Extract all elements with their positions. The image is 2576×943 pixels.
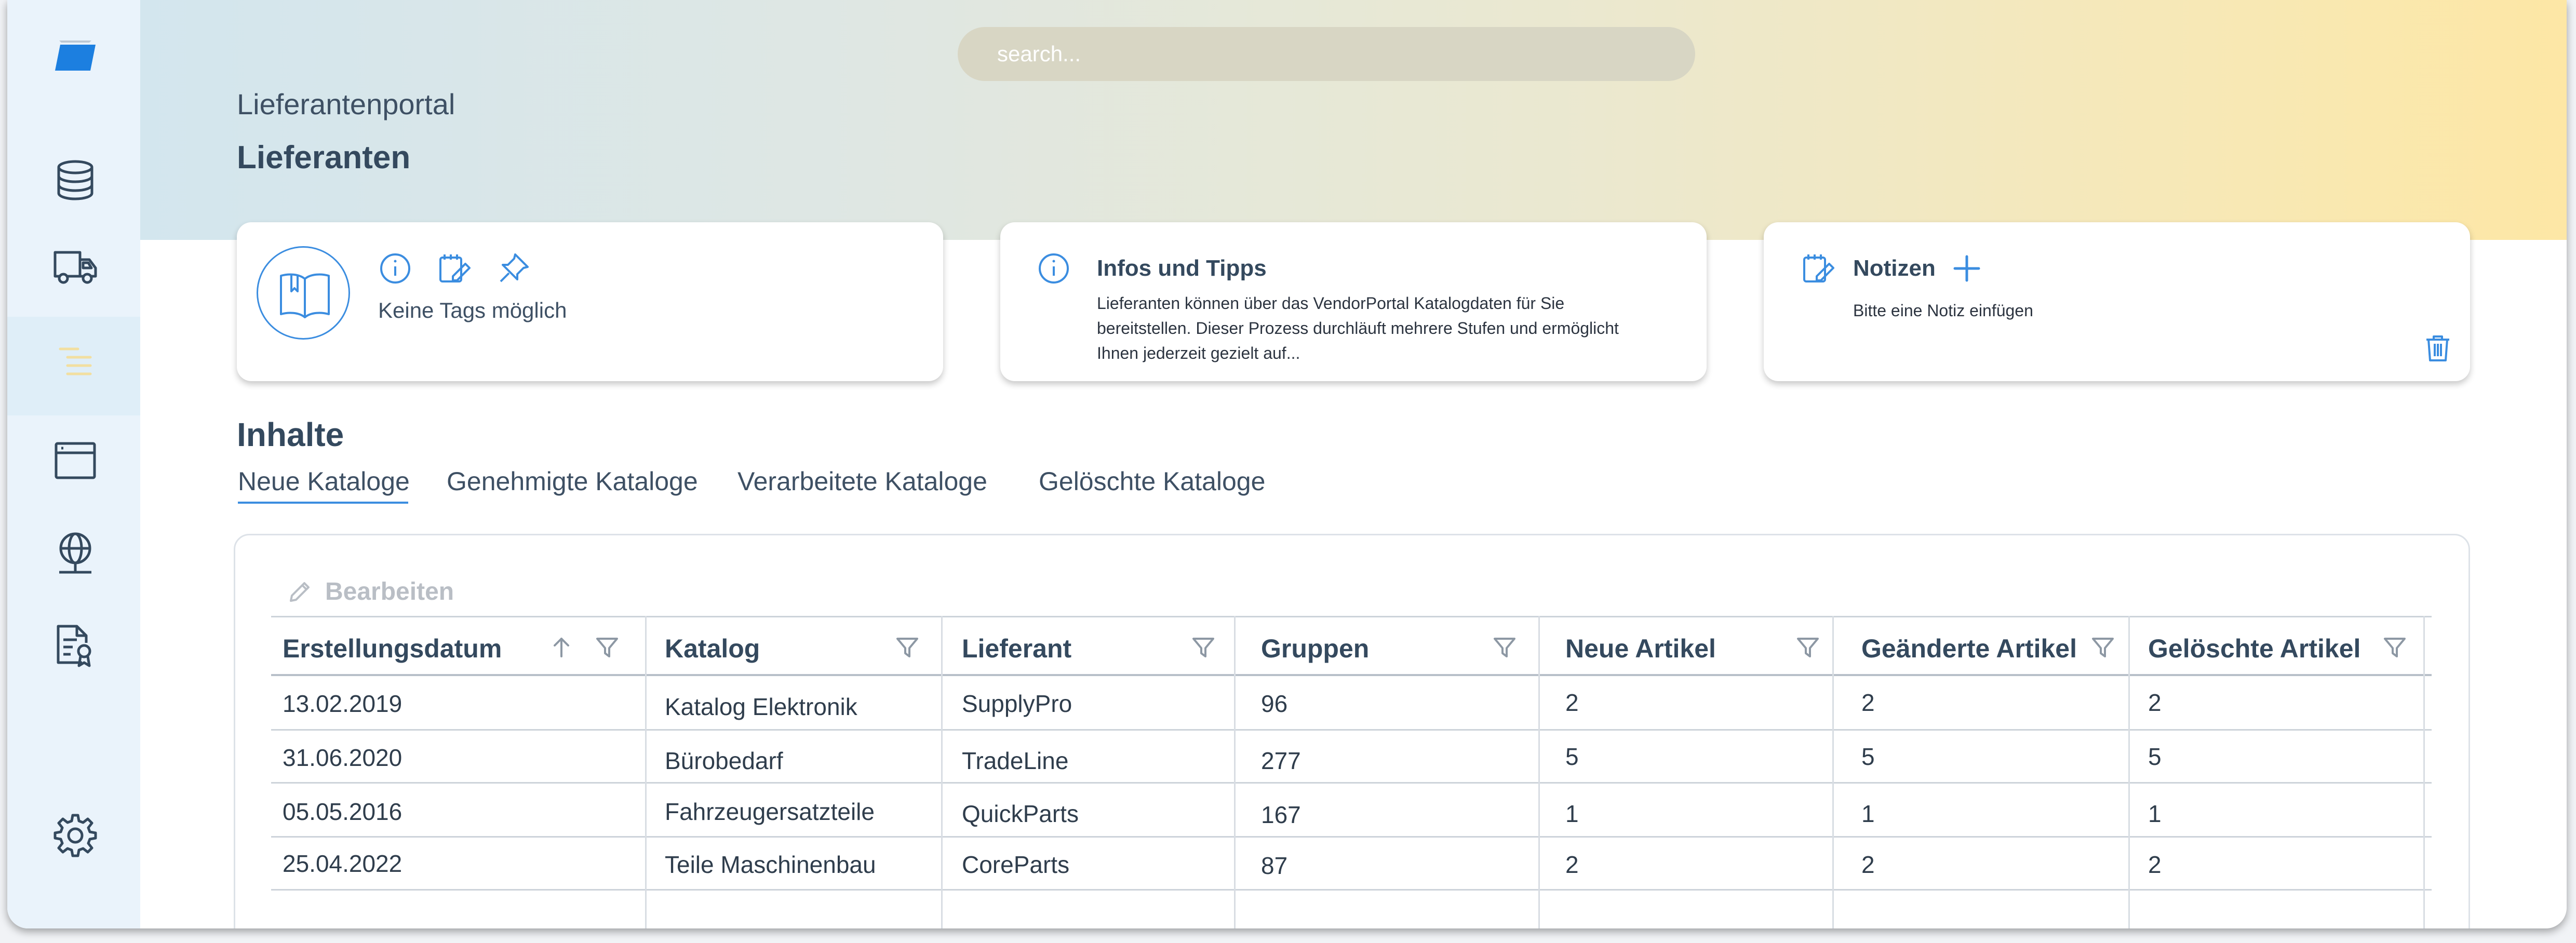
filter-icon[interactable] [894,635,920,661]
cell-geloeschte-artikel: 2 [2148,689,2162,716]
trash-icon[interactable] [2423,333,2452,362]
cell-erstellungsdatum: 05.05.2016 [283,798,403,825]
filter-icon[interactable] [594,635,620,661]
section-title: Inhalte [237,416,344,453]
row-divider [271,836,2432,838]
info-line: Lieferanten können über das VendorPortal… [1097,294,1565,313]
note-edit-icon[interactable] [437,251,472,286]
cell-katalog: Katalog Elektronik [665,693,857,720]
column-divider [1234,616,1236,928]
column-header-gruppen[interactable]: Gruppen [1261,634,1369,664]
logo-icon[interactable] [52,31,99,78]
tab-verarbeitete-kataloge[interactable]: Verarbeitete Kataloge [737,466,987,496]
cell-katalog: Teile Maschinenbau [665,851,876,878]
column-header-geloeschte-artikel[interactable]: Gelöschte Artikel [2148,634,2360,664]
cell-lieferant: QuickParts [962,800,1079,827]
notes-title: Notizen [1853,255,1936,281]
column-divider [1538,616,1540,928]
cell-gruppen: 277 [1261,747,1301,774]
cell-geaenderte-artikel: 5 [1861,743,1875,770]
active-tab-indicator [238,502,408,504]
tags-text: Keine Tags möglich [378,298,567,322]
cell-erstellungsdatum: 25.04.2022 [283,850,403,877]
edit-button[interactable]: Bearbeiten [288,573,454,610]
cell-gruppen: 87 [1261,852,1288,879]
edit-label: Bearbeiten [325,577,454,605]
certificate-icon[interactable] [52,622,99,669]
cell-geaenderte-artikel: 1 [1861,800,1875,827]
cell-geloeschte-artikel: 1 [2148,800,2162,827]
column-header-geaenderte-artikel[interactable]: Geänderte Artikel [1861,634,2077,664]
info-line: bereitstellen. Dieser Prozess durchläuft… [1097,319,1619,338]
cell-neue-artikel: 2 [1565,851,1579,878]
cell-erstellungsdatum: 13.02.2019 [283,690,403,717]
tab-genehmigte-kataloge[interactable]: Genehmigte Kataloge [447,466,698,496]
cell-geaenderte-artikel: 2 [1861,689,1875,716]
browser-window-icon[interactable] [52,437,99,484]
cell-geloeschte-artikel: 2 [2148,851,2162,878]
book-avatar [257,246,350,340]
sort-up-icon[interactable] [548,635,574,661]
info-text: Lieferanten können über das VendorPortal… [1097,291,1647,366]
row-divider [271,729,2432,731]
filter-icon[interactable] [1190,635,1216,661]
filter-icon[interactable] [2382,635,2408,661]
column-header-katalog[interactable]: Katalog [665,634,760,664]
book-icon [280,273,330,318]
tab-geloeschte-kataloge[interactable]: Gelöschte Kataloge [1039,466,1265,496]
pin-icon[interactable] [497,251,531,286]
filter-icon[interactable] [1795,635,1821,661]
database-icon[interactable] [52,157,99,204]
note-edit-icon [1801,251,1835,286]
table-top-border [271,616,2432,617]
globe-icon[interactable] [52,530,99,576]
cell-gruppen: 96 [1261,690,1288,717]
gear-icon[interactable] [52,812,99,859]
cell-geaenderte-artikel: 2 [1861,851,1875,878]
tab-neue-kataloge[interactable]: Neue Kataloge [238,466,410,496]
add-note-icon[interactable] [1950,251,1984,286]
column-header-erstellungsdatum[interactable]: Erstellungsdatum [283,634,502,664]
cell-neue-artikel: 5 [1565,743,1579,770]
info-icon[interactable] [378,251,412,286]
cell-katalog: Bürobedarf [665,747,783,774]
info-title: Infos und Tipps [1097,255,1267,281]
catalog-table-panel [234,534,2470,928]
info-card: Infos und Tipps Lieferanten können über … [1000,222,1707,381]
cell-neue-artikel: 2 [1565,689,1579,716]
column-divider [2128,616,2130,928]
table-header-border [271,674,2432,676]
row-divider [271,889,2432,891]
cell-gruppen: 167 [1261,801,1301,828]
cell-lieferant: SupplyPro [962,690,1072,717]
sidebar [7,0,140,928]
tags-card: Keine Tags möglich [237,222,943,381]
cell-neue-artikel: 1 [1565,800,1579,827]
cell-erstellungsdatum: 31.06.2020 [283,744,403,771]
search-input[interactable] [958,27,1695,81]
page-title: Lieferanten [237,140,411,176]
cell-lieferant: TradeLine [962,747,1069,774]
list-icon[interactable] [52,338,99,384]
info-line: Ihnen jederzeit gezielt auf... [1097,344,1300,362]
notes-text: Bitte eine Notiz einfügen [1853,301,2033,320]
row-divider [271,782,2432,784]
column-header-neue-artikel[interactable]: Neue Artikel [1565,634,1716,664]
column-divider [2423,616,2425,928]
breadcrumb[interactable]: Lieferantenportal [237,87,455,121]
app-window: Lieferantenportal Lieferanten Keine Tags… [7,0,2567,928]
truck-icon[interactable] [52,243,99,290]
filter-icon[interactable] [1492,635,1518,661]
column-divider [1832,616,1834,928]
column-header-lieferant[interactable]: Lieferant [962,634,1071,664]
cell-katalog: Fahrzeugersatzteile [665,798,875,825]
column-divider [645,616,647,928]
cell-lieferant: CoreParts [962,851,1070,878]
pencil-icon [290,582,310,602]
column-divider [941,616,943,928]
filter-icon[interactable] [2090,635,2116,661]
info-icon [1037,251,1071,286]
notes-card: Notizen Bitte eine Notiz einfügen [1764,222,2470,381]
cell-geloeschte-artikel: 5 [2148,743,2162,770]
